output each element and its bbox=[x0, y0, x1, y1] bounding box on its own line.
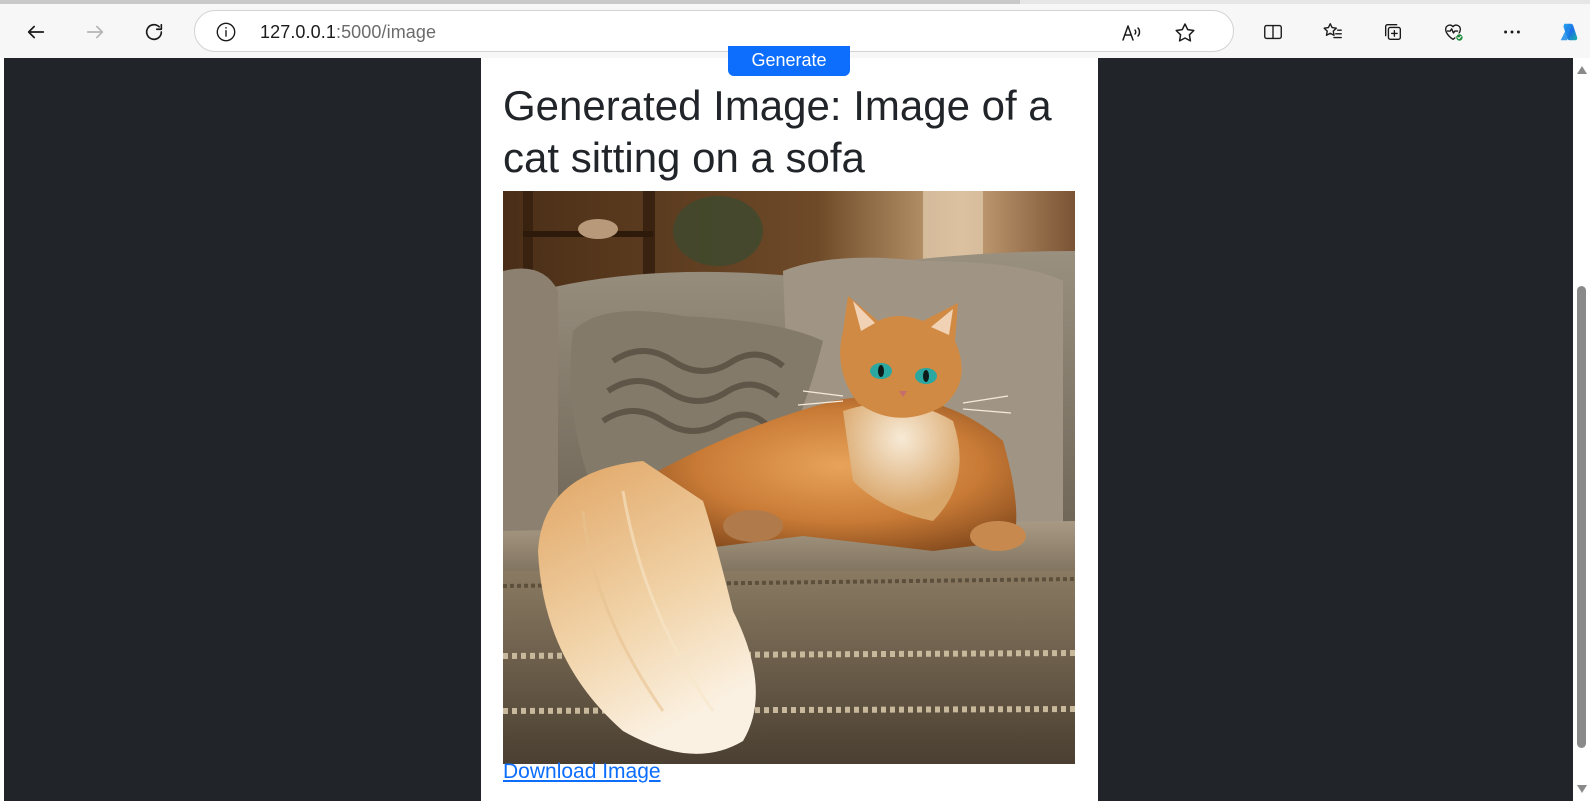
forward-button[interactable] bbox=[77, 14, 113, 50]
scroll-thumb[interactable] bbox=[1577, 286, 1586, 748]
favorites-button[interactable] bbox=[1315, 14, 1351, 50]
read-aloud-icon[interactable] bbox=[1120, 21, 1144, 45]
generated-image bbox=[503, 191, 1075, 764]
content-container: Generate Generated Image: Image of a cat… bbox=[481, 46, 1098, 801]
star-icon[interactable] bbox=[1173, 21, 1197, 45]
cat-on-sofa-image bbox=[503, 191, 1075, 764]
scroll-down-arrow-icon[interactable] bbox=[1577, 785, 1587, 793]
favorites-list-icon bbox=[1323, 23, 1342, 39]
url-host: 127.0.0.1 bbox=[260, 22, 336, 42]
copilot-icon bbox=[1560, 23, 1578, 41]
more-button[interactable] bbox=[1494, 14, 1530, 50]
generate-button-label: Generate bbox=[751, 50, 827, 70]
split-screen-icon bbox=[1264, 24, 1282, 40]
heart-pulse-icon bbox=[1444, 24, 1464, 42]
page-title: Generated Image: Image of a cat sitting … bbox=[503, 82, 1052, 181]
back-button[interactable] bbox=[18, 14, 54, 50]
url-path: :5000/image bbox=[335, 22, 437, 42]
arrow-left-icon bbox=[27, 25, 45, 39]
generate-button[interactable]: Generate bbox=[728, 46, 850, 76]
vertical-scrollbar[interactable] bbox=[1573, 58, 1590, 801]
address-bar[interactable]: 127.0.0.1:5000/image bbox=[194, 10, 1234, 52]
refresh-icon bbox=[145, 23, 163, 41]
collections-icon bbox=[1384, 23, 1402, 41]
browser-essentials-button[interactable] bbox=[1435, 14, 1471, 50]
url-text[interactable]: 127.0.0.1:5000/image bbox=[260, 22, 436, 43]
arrow-right-icon bbox=[86, 25, 104, 39]
split-screen-button[interactable] bbox=[1255, 14, 1291, 50]
scroll-up-arrow-icon[interactable] bbox=[1577, 66, 1587, 74]
refresh-button[interactable] bbox=[136, 14, 172, 50]
download-image-link[interactable]: Download Image bbox=[503, 760, 661, 784]
info-icon[interactable] bbox=[215, 21, 237, 43]
copilot-button[interactable] bbox=[1550, 14, 1586, 50]
page-viewport: Generate Generated Image: Image of a cat… bbox=[0, 46, 1590, 801]
collections-button[interactable] bbox=[1375, 14, 1411, 50]
more-icon bbox=[1504, 30, 1520, 34]
